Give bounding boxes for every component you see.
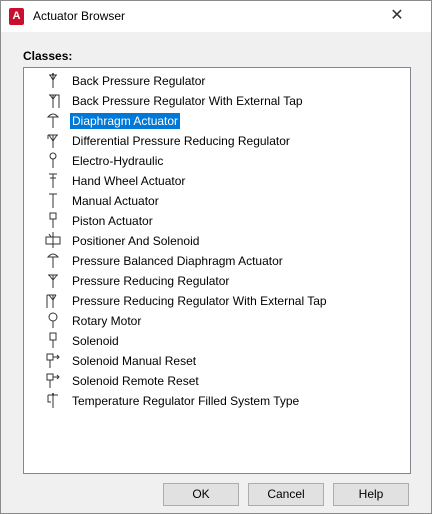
classes-listbox[interactable]: Back Pressure Regulator Back Pressure Reg…	[23, 67, 411, 474]
list-item[interactable]: Pressure Balanced Diaphragm Actuator	[24, 250, 408, 270]
list-item[interactable]: Differential Pressure Reducing Regulator	[24, 130, 408, 150]
list-item-label: Diaphragm Actuator	[70, 113, 181, 129]
classes-label: Classes:	[23, 49, 73, 63]
list-item-label: Positioner And Solenoid	[72, 234, 200, 248]
list-item[interactable]: Diaphragm Actuator	[24, 110, 408, 130]
list-item[interactable]: Temperature Regulator Filled System Type	[24, 390, 408, 410]
back-pressure-regulator-external-tap-icon	[44, 91, 64, 109]
list-item[interactable]: Solenoid Manual Reset	[24, 350, 408, 370]
solenoid-remote-reset-icon	[44, 371, 64, 389]
list-item[interactable]: Back Pressure Regulator	[24, 70, 408, 90]
list-item[interactable]: Back Pressure Regulator With External Ta…	[24, 90, 408, 110]
pressure-balanced-diaphragm-icon	[44, 251, 64, 269]
list-item[interactable]: Solenoid	[24, 330, 408, 350]
list-item[interactable]: Rotary Motor	[24, 310, 408, 330]
list-item[interactable]: Piston Actuator	[24, 210, 408, 230]
actuator-browser-dialog: A Actuator Browser ✕ Classes: Back Press…	[0, 0, 432, 514]
close-icon: ✕	[390, 7, 404, 24]
list-item-label: Differential Pressure Reducing Regulator	[72, 134, 290, 148]
list-item-label: Solenoid Remote Reset	[72, 374, 199, 388]
list-item-label: Manual Actuator	[72, 194, 159, 208]
list-item[interactable]: Positioner And Solenoid	[24, 230, 408, 250]
list-item-label: Rotary Motor	[72, 314, 142, 328]
piston-actuator-icon	[44, 211, 64, 229]
positioner-solenoid-icon	[44, 231, 64, 249]
electro-hydraulic-icon	[44, 151, 64, 169]
temperature-regulator-icon	[44, 391, 64, 409]
list-item-label: Hand Wheel Actuator	[72, 174, 186, 188]
list-item[interactable]: Pressure Reducing Regulator With Externa…	[24, 290, 408, 310]
pressure-reducing-regulator-external-tap-icon	[44, 291, 64, 309]
diaphragm-actuator-icon	[44, 111, 64, 129]
list-item-label: Solenoid Manual Reset	[72, 354, 197, 368]
list-item-label: Solenoid	[72, 334, 119, 348]
list-item-label: Pressure Balanced Diaphragm Actuator	[72, 254, 283, 268]
manual-actuator-icon	[44, 191, 64, 209]
hand-wheel-actuator-icon	[44, 171, 64, 189]
help-button[interactable]: Help	[333, 483, 409, 506]
differential-pressure-regulator-icon	[44, 131, 64, 149]
title-bar: A Actuator Browser ✕	[1, 1, 431, 32]
back-pressure-regulator-icon	[44, 71, 64, 89]
list-item-label: Back Pressure Regulator	[72, 74, 206, 88]
list-item[interactable]: Electro-Hydraulic	[24, 150, 408, 170]
list-item[interactable]: Pressure Reducing Regulator	[24, 270, 408, 290]
window-title: Actuator Browser	[33, 9, 126, 23]
list-item[interactable]: Hand Wheel Actuator	[24, 170, 408, 190]
ok-button[interactable]: OK	[163, 483, 239, 506]
close-button[interactable]: ✕	[385, 5, 409, 27]
list-item-label: Pressure Reducing Regulator	[72, 274, 230, 288]
list-item-label: Pressure Reducing Regulator With Externa…	[72, 294, 327, 308]
rotary-motor-icon	[44, 311, 64, 329]
list-item-label: Back Pressure Regulator With External Ta…	[72, 94, 303, 108]
solenoid-icon	[44, 331, 64, 349]
solenoid-manual-reset-icon	[44, 351, 64, 369]
list-item-label: Electro-Hydraulic	[72, 154, 164, 168]
list-item[interactable]: Manual Actuator	[24, 190, 408, 210]
autocad-app-icon: A	[9, 8, 24, 25]
list-item-label: Piston Actuator	[72, 214, 153, 228]
list-item-label: Temperature Regulator Filled System Type	[72, 394, 300, 408]
list-item[interactable]: Solenoid Remote Reset	[24, 370, 408, 390]
pressure-reducing-regulator-icon	[44, 271, 64, 289]
cancel-button[interactable]: Cancel	[248, 483, 324, 506]
